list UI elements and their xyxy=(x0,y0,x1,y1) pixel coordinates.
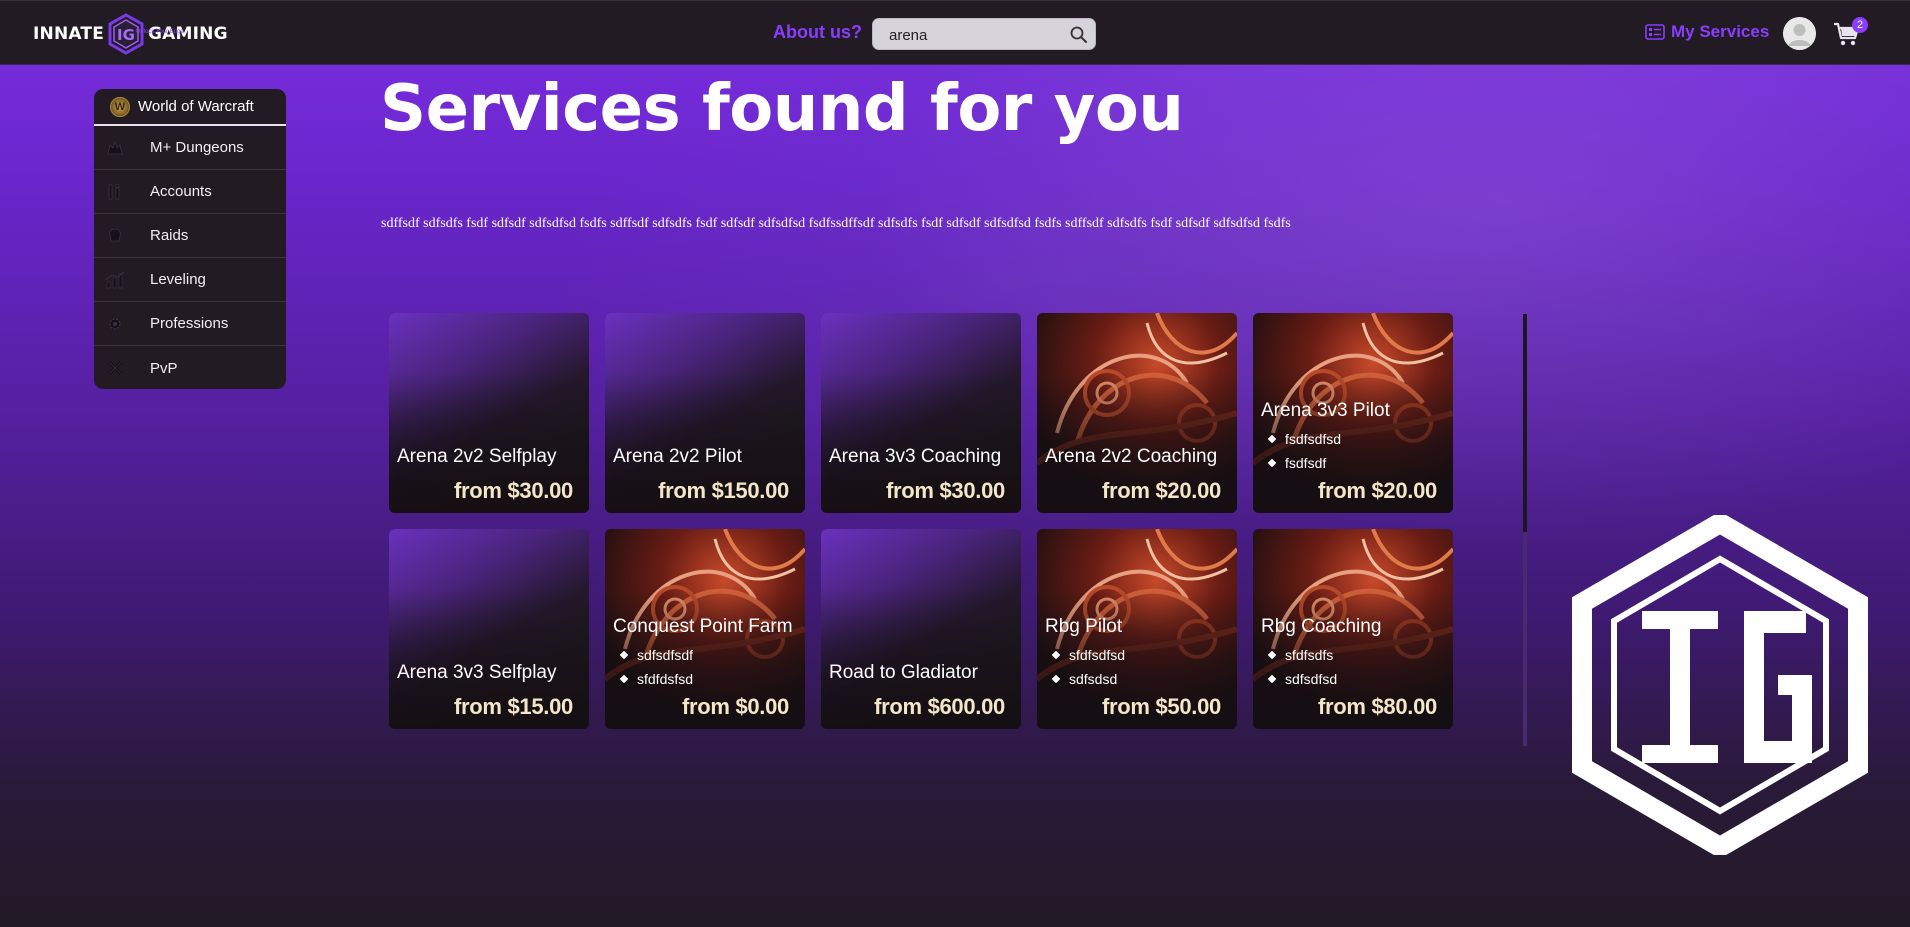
about-us-link[interactable]: About us? xyxy=(773,22,862,43)
service-card-price: from $80.00 xyxy=(1318,694,1437,719)
service-card[interactable]: Road to Gladiator from $600.00 xyxy=(821,529,1021,729)
service-card-feature: sfdfdsfsd xyxy=(621,667,693,691)
scrollbar-thumb[interactable] xyxy=(1523,314,1527,532)
service-card-price: from $30.00 xyxy=(454,478,573,503)
service-card[interactable]: Arena 2v2 Pilot from $150.00 xyxy=(605,313,805,513)
search-icon[interactable] xyxy=(1069,25,1089,45)
page-description: sdffsdf sdfsdfs fsdf sdfsdf sdfsdfsd fsd… xyxy=(381,216,1291,231)
service-card-feature: sdfsdsd xyxy=(1053,667,1125,691)
service-card-title: Arena 3v3 Coaching xyxy=(829,446,1002,467)
search-input[interactable] xyxy=(889,25,1059,45)
innate-gaming-watermark-logo xyxy=(1572,515,1868,855)
svg-text:IG: IG xyxy=(117,26,135,44)
sidebar-item-label: M+ Dungeons xyxy=(150,139,244,156)
service-card-features: sdfsdfsdf sfdfdsfsd xyxy=(621,643,693,691)
sidebar-item-label: Raids xyxy=(150,227,189,244)
service-card-price: from $150.00 xyxy=(658,478,789,503)
service-card[interactable]: Conquest Point Farm sdfsdfsdf sfdfdsfsd fro… xyxy=(605,529,805,729)
service-card-price: from $600.00 xyxy=(874,694,1005,719)
sidebar-item-label: Accounts xyxy=(150,183,212,200)
service-card-feature: sdfsdfsdf xyxy=(621,643,693,667)
service-card[interactable]: Arena 3v3 Coaching from $30.00 xyxy=(821,313,1021,513)
professions-gear-icon xyxy=(104,313,126,335)
avatar[interactable] xyxy=(1783,17,1816,50)
logo-tagline: Unlock Your Edge xyxy=(136,29,184,35)
my-services-link[interactable]: My Services xyxy=(1645,22,1769,42)
service-card[interactable]: Arena 2v2 Coaching from $20.00 xyxy=(1037,313,1237,513)
keystone-icon xyxy=(104,137,126,159)
service-card-title: Rbg Coaching xyxy=(1261,616,1382,637)
service-card-feature: sfdfsdfsd xyxy=(1053,643,1125,667)
my-services-label: My Services xyxy=(1671,22,1770,41)
sidebar-game-label: World of Warcraft xyxy=(138,98,254,115)
service-card-title: Arena 2v2 Pilot xyxy=(613,446,742,467)
service-card-title: Arena 3v3 Pilot xyxy=(1261,400,1390,421)
sidebar-item-raids[interactable]: Raids xyxy=(94,214,286,258)
service-card-title: Arena 2v2 Coaching xyxy=(1045,446,1218,467)
cart-count-badge: 2 xyxy=(1852,17,1868,33)
service-card-features: fsdfsdfsd fsdfsdf xyxy=(1269,427,1341,475)
service-card-feature: fsdfsdfsd xyxy=(1269,427,1341,451)
service-card[interactable]: Arena 3v3 Selfplay from $15.00 xyxy=(389,529,589,729)
service-card-title: Road to Gladiator xyxy=(829,662,978,683)
sidebar-item-label: Leveling xyxy=(150,271,206,288)
page-title: Services found for you xyxy=(380,72,1184,146)
leveling-chart-icon xyxy=(104,269,126,291)
service-card-price: from $50.00 xyxy=(1102,694,1221,719)
crossed-swords-icon xyxy=(104,357,126,379)
sidebar-game-header[interactable]: W World of Warcraft xyxy=(94,89,286,126)
site-logo[interactable]: INNATE IG GAMING xyxy=(33,13,228,55)
service-card[interactable]: Rbg Pilot sfdfsdfsd sdfsdsd from $50.00 xyxy=(1037,529,1237,729)
world-of-warcraft-icon: W xyxy=(110,96,130,117)
service-card-title: Arena 2v2 Selfplay xyxy=(397,446,557,467)
service-card[interactable]: Rbg Coaching sfdfsdfs sdfsdfsd from $80.00 xyxy=(1253,529,1453,729)
service-card-title: Conquest Point Farm xyxy=(613,616,793,637)
service-card-price: from $0.00 xyxy=(681,694,789,719)
service-card-price: from $20.00 xyxy=(1318,478,1437,503)
service-card-price: from $30.00 xyxy=(886,478,1005,503)
service-card-feature: sfdfsdfs xyxy=(1269,643,1337,667)
service-card-feature: fsdfsdf xyxy=(1269,451,1341,475)
service-card-features: sfdfsdfsd sdfsdsd xyxy=(1053,643,1125,691)
raid-skull-icon xyxy=(104,225,126,247)
sidebar-item-leveling[interactable]: Leveling xyxy=(94,258,286,302)
service-card-title: Arena 3v3 Selfplay xyxy=(397,662,557,683)
service-card-price: from $15.00 xyxy=(454,694,573,719)
sidebar-item-accounts[interactable]: Accounts xyxy=(94,170,286,214)
service-card-price: from $20.00 xyxy=(1102,478,1221,503)
service-card[interactable]: Arena 3v3 Pilot fsdfsdfsd fsdfsdf from $20.… xyxy=(1253,313,1453,513)
logo-text-left: INNATE xyxy=(33,24,105,44)
service-card-features: sfdfsdfs sdfsdfsd xyxy=(1269,643,1337,691)
list-card-icon xyxy=(1645,24,1665,40)
sidebar-item-m-dungeons[interactable]: M+ Dungeons xyxy=(94,126,286,170)
service-card[interactable]: Arena 2v2 Selfplay from $30.00 xyxy=(389,313,589,513)
sidebar-item-pvp[interactable]: PvP xyxy=(94,346,286,389)
service-card-title: Rbg Pilot xyxy=(1045,616,1123,637)
top-navigation-bar: INNATE IG GAMING Unlock Your Edge About … xyxy=(0,0,1910,65)
sidebar-item-professions[interactable]: Professions xyxy=(94,302,286,346)
category-sidebar: W World of Warcraft M+ Dungeons Accounts… xyxy=(94,89,286,389)
search-box[interactable] xyxy=(872,18,1096,50)
sidebar-item-label: PvP xyxy=(150,359,178,377)
service-card-feature: sdfsdfsd xyxy=(1269,667,1337,691)
accounts-icon xyxy=(104,181,126,203)
sidebar-item-label: Professions xyxy=(150,315,229,332)
